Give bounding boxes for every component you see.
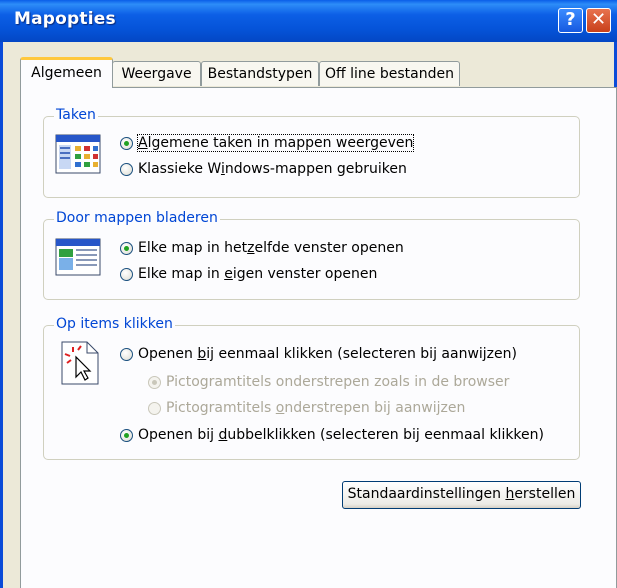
radio-single-click[interactable]: Openen bij eenmaal klikken (selecteren b… (120, 346, 517, 362)
tab-label: Off line bestanden (325, 66, 454, 82)
radio-label: Openen bij eenmaal klikken (selecteren b… (138, 346, 517, 362)
radio-button-checked[interactable] (120, 136, 133, 150)
radio-double-click[interactable]: Openen bij dubbelklikken (selecteren bij… (120, 427, 544, 443)
radio-same-window[interactable]: Elke map in hetzelfde venster openen (120, 240, 404, 256)
radio-button[interactable] (120, 267, 133, 281)
restore-defaults-button[interactable]: Standaardinstellingen herstellen (342, 481, 581, 509)
radio-button-disabled (148, 401, 161, 415)
radio-label: Openen bij dubbelklikken (selecteren bij… (138, 427, 544, 443)
radio-label: Klassieke Windows-mappen gebruiken (138, 161, 407, 177)
radio-own-window[interactable]: Elke map in eigen venster openen (120, 266, 377, 282)
group-tasks: Taken (43, 107, 580, 198)
group-title: Taken (54, 107, 98, 123)
same-window-icon (55, 238, 101, 276)
tab-algemeen[interactable]: Algemeen (20, 57, 113, 88)
group-title: Door mappen bladeren (54, 210, 220, 226)
radio-label: Algemene taken in mappen weergeven (136, 134, 415, 152)
window-title: Mapopties (14, 9, 116, 29)
group-browse-folders: Door mappen bladeren (43, 210, 580, 300)
tab-bestandstypen[interactable]: Bestandstypen (201, 61, 319, 86)
radio-button-checked[interactable] (120, 241, 133, 255)
radio-underline-browser: Pictogramtitels onderstrepen zoals in de… (148, 374, 509, 390)
task-pane-folder-icon (55, 134, 101, 174)
radio-label: Pictogramtitels onderstrepen zoals in de… (166, 374, 510, 390)
radio-button[interactable] (120, 347, 133, 361)
radio-button-checked-disabled (148, 375, 161, 389)
click-pointer-icon (61, 341, 99, 385)
tab-label: Bestandstypen (207, 66, 313, 82)
radio-button[interactable] (120, 162, 133, 176)
help-button[interactable]: ? (558, 8, 583, 33)
radio-label: Elke map in eigen venster openen (138, 266, 378, 282)
radio-label: Pictogramtitels onderstrepen bij aanwijz… (166, 400, 466, 416)
folder-options-window: Mapopties ? ✕ Weergave Bestandstypen Off… (0, 0, 617, 588)
title-bar[interactable]: Mapopties ? ✕ (0, 0, 617, 42)
close-button[interactable]: ✕ (586, 8, 611, 33)
tab-label: Algemeen (31, 65, 102, 81)
radio-classic-folders[interactable]: Klassieke Windows-mappen gebruiken (120, 161, 407, 177)
tab-weergave[interactable]: Weergave (112, 61, 201, 86)
tab-offline-bestanden[interactable]: Off line bestanden (319, 61, 460, 86)
radio-label: Elke map in hetzelfde venster openen (138, 240, 404, 256)
radio-underline-hover: Pictogramtitels onderstrepen bij aanwijz… (148, 400, 465, 416)
group-title: Op items klikken (54, 316, 175, 332)
radio-button-checked[interactable] (120, 428, 133, 442)
tab-label: Weergave (121, 66, 192, 82)
radio-show-common-tasks[interactable]: Algemene taken in mappen weergeven (120, 134, 415, 152)
